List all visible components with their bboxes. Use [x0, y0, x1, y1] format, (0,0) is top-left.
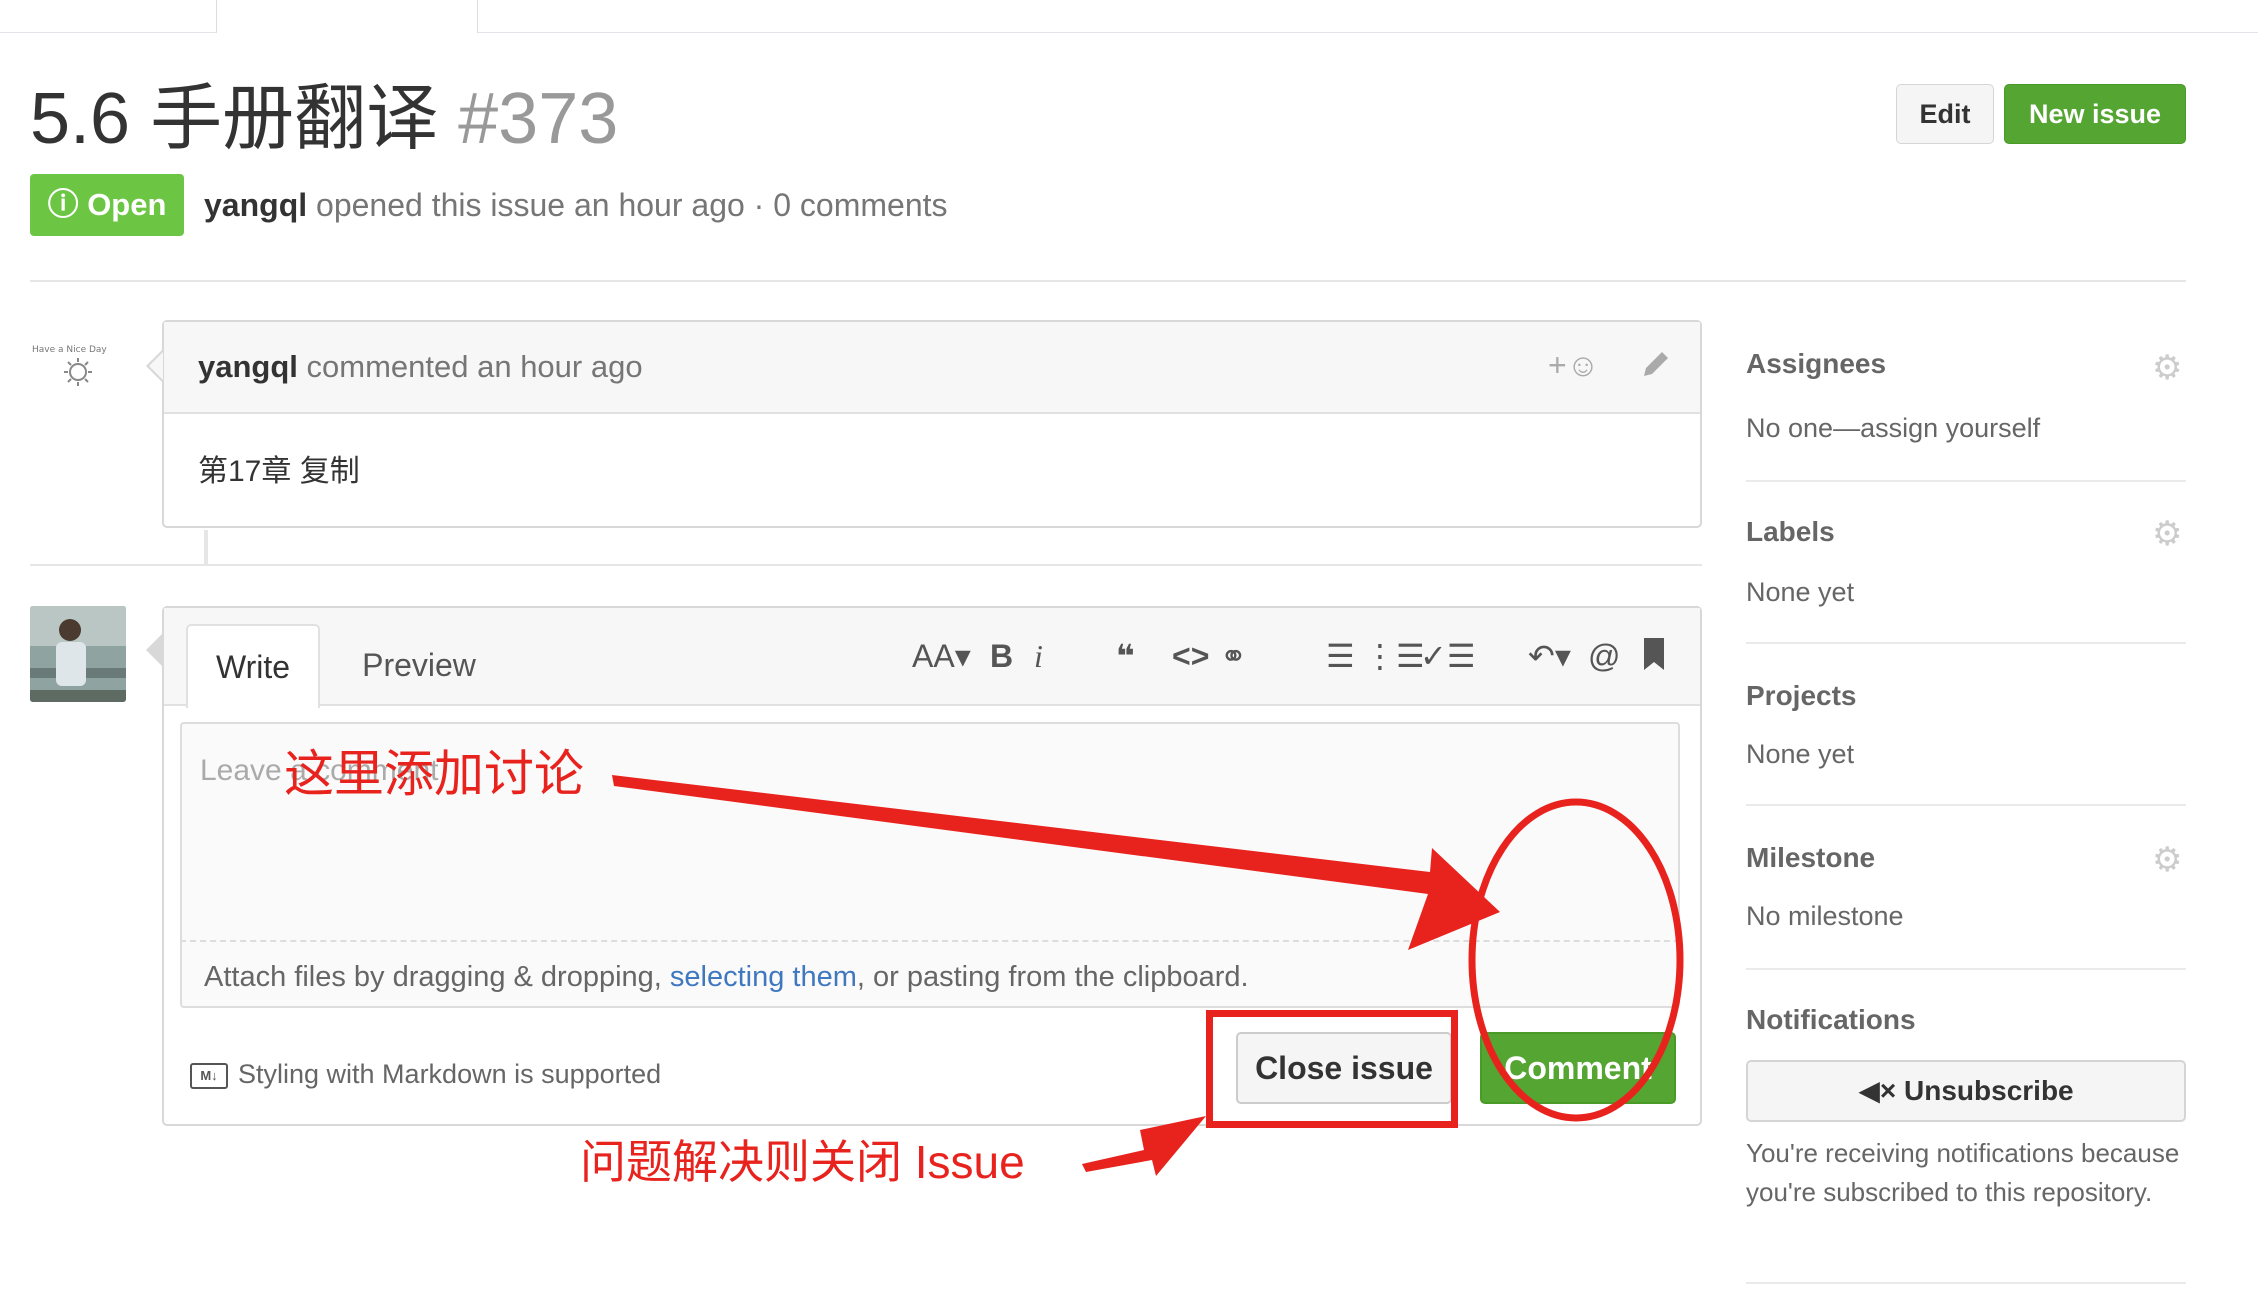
svg-text:Have a Nice Day: Have a Nice Day [32, 345, 107, 355]
select-files-link[interactable]: selecting them [670, 961, 857, 993]
task-list-icon[interactable]: ✓☰ [1420, 636, 1476, 676]
sidebar-title-notifications: Notifications [1746, 1004, 1916, 1035]
page-title: 5.6 手册翻译 #373 [30, 76, 618, 162]
author-link[interactable]: yangql [204, 187, 307, 223]
sidebar-divider [1746, 480, 2186, 482]
editor-header: Write Preview AA▾ B i ❝ <> ⚭ ☰ ⋮☰ ✓☰ ↶▾ … [164, 608, 1700, 708]
gear-icon[interactable]: ⚙ [2152, 840, 2182, 880]
gear-icon[interactable]: ⚙ [2152, 348, 2182, 388]
comment-body: 第17章 复制 [198, 455, 360, 488]
repo-tab-issues[interactable] [216, 0, 478, 33]
markdown-icon: M↓ [190, 1062, 228, 1089]
projects-value: None yet [1746, 739, 1855, 769]
notification-reason: You're receiving notifications because y… [1746, 1138, 2180, 1207]
edit-button[interactable]: Edit [1896, 84, 1994, 144]
avatar[interactable]: Have a Nice Day [30, 338, 126, 398]
annotation-add-discussion: 这里添加讨论 [284, 746, 584, 802]
comment-card: yangql commented an hour ago +☺ 第17章 复制 [162, 320, 1702, 528]
bold-icon[interactable]: B [990, 636, 1013, 676]
italic-icon[interactable]: i [1034, 636, 1043, 676]
attach-files-bar[interactable]: Attach files by dragging & dropping, sel… [180, 940, 1680, 1008]
link-icon[interactable]: ⚭ [1220, 636, 1247, 676]
issue-title: 5.6 手册翻译 [30, 79, 439, 159]
gear-icon[interactable]: ⚙ [2152, 514, 2182, 554]
quote-icon[interactable]: ❝ [1116, 636, 1135, 676]
annotation-close-box [1206, 1010, 1458, 1128]
comment-author[interactable]: yangql [198, 349, 298, 384]
reply-icon[interactable]: ↶▾ [1528, 636, 1571, 676]
unsubscribe-label: Unsubscribe [1904, 1075, 2074, 1106]
comment-timestamp: commented an hour ago [297, 349, 643, 384]
unsubscribe-button[interactable]: ◀× Unsubscribe [1746, 1060, 2186, 1122]
sidebar-divider [1746, 968, 2186, 970]
attach-text-after: , or pasting from the clipboard. [856, 961, 1249, 993]
sidebar-title-labels: Labels [1746, 516, 1835, 547]
assign-yourself-link[interactable]: No one—assign yourself [1746, 408, 2040, 448]
comment-author-line: yangql commented an hour ago [198, 346, 643, 388]
editor-caret [146, 634, 162, 666]
markdown-note-text: Styling with Markdown is supported [238, 1059, 662, 1089]
issue-meta: yangql opened this issue an hour ago · 0… [204, 182, 948, 228]
sidebar-title-projects: Projects [1746, 680, 1857, 711]
sidebar-divider [1746, 804, 2186, 806]
saved-reply-icon[interactable] [1642, 636, 1666, 681]
issue-number: #373 [458, 79, 619, 159]
tab-write[interactable]: Write [186, 624, 320, 708]
meta-text: opened this issue an hour ago · 0 commen… [307, 187, 948, 223]
milestone-value: No milestone [1746, 901, 1904, 931]
mute-icon: ◀× [1858, 1075, 1897, 1106]
markdown-note[interactable]: M↓ Styling with Markdown is supported [190, 1054, 661, 1094]
labels-value: None yet [1746, 577, 1855, 607]
issue-opened-icon: ⓘ [47, 187, 79, 222]
annotation-close-hint: 问题解决则关闭 Issue [580, 1136, 1025, 1188]
pencil-icon[interactable] [1638, 344, 1672, 389]
sidebar-title-milestone: Milestone [1746, 842, 1876, 873]
comment-header: yangql commented an hour ago +☺ [164, 322, 1700, 414]
status-label: Open [87, 187, 167, 222]
mention-icon[interactable]: @ [1588, 636, 1620, 676]
timeline-line [204, 530, 208, 564]
attach-text-before: Attach files by dragging & dropping, [204, 961, 670, 993]
comment-caret-inner [149, 352, 163, 380]
header-divider [30, 280, 2186, 282]
new-issue-button[interactable]: New issue [2004, 84, 2186, 144]
comment-button[interactable]: Comment [1480, 1032, 1676, 1104]
avatar[interactable] [30, 606, 126, 702]
tab-preview[interactable]: Preview [334, 624, 504, 706]
timeline-divider [30, 564, 1702, 566]
bulleted-list-icon[interactable]: ☰ [1326, 636, 1355, 676]
numbered-list-icon[interactable]: ⋮☰ [1364, 636, 1425, 676]
sidebar-divider [1746, 642, 2186, 644]
sidebar-divider [1746, 1282, 2186, 1284]
code-icon[interactable]: <> [1172, 636, 1209, 676]
status-badge: ⓘ Open [30, 174, 184, 236]
add-reaction-icon[interactable]: +☺ [1548, 344, 1599, 386]
text-size-icon[interactable]: AA▾ [912, 636, 971, 676]
sidebar-title-assignees: Assignees [1746, 348, 1887, 379]
new-comment-form: Write Preview AA▾ B i ❝ <> ⚭ ☰ ⋮☰ ✓☰ ↶▾ … [162, 606, 1702, 1126]
